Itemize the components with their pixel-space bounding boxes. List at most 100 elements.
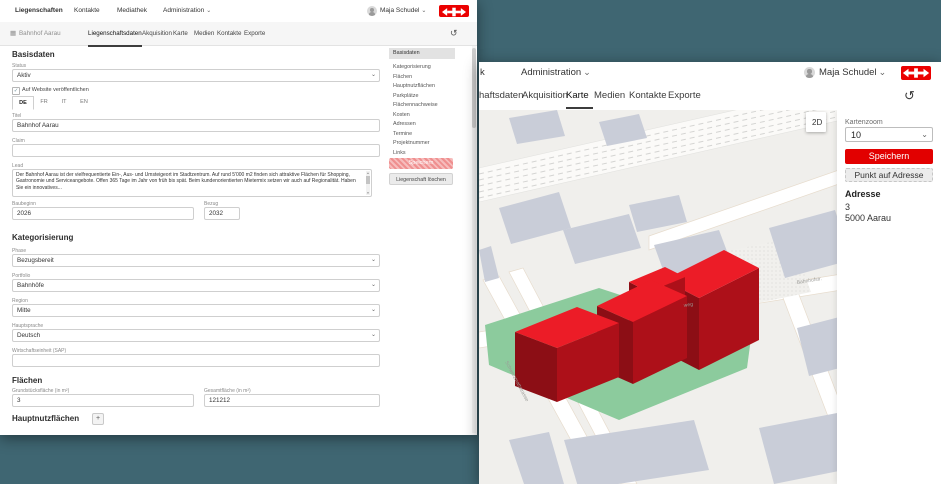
user-menu[interactable]: Maja Schudel⌄ [819,62,886,83]
plus-icon: + [96,415,100,422]
nav-item-liegenschaften[interactable]: Liegenschaften [15,0,63,24]
jumpnav-links[interactable]: Links [389,149,455,159]
liegenschaften-form-window: Liegenschaften Kontakte Mediathek Admini… [0,0,477,435]
grundstuecksflaeche-input[interactable]: 3 [12,394,194,407]
chevron-down-icon: ⌄ [371,255,376,266]
scroll-down-icon[interactable]: ▼ [366,191,370,195]
map-side-panel: Kartenzoom 10⌄ Speichern Punkt auf Adres… [837,110,941,484]
user-menu[interactable]: Maja Schudel⌄ [380,0,426,22]
punkt-auf-adresse-button[interactable]: Punkt auf Adresse [845,168,933,182]
wirtschaftseinheit-input[interactable] [12,354,380,367]
lang-tab-en[interactable]: EN [74,96,94,108]
right-tab-bar: haftsdaten Akquisition Karte Medien Kont… [479,83,941,110]
kartenzoom-select[interactable]: 10⌄ [845,127,933,142]
scroll-up-icon[interactable]: ▲ [366,171,370,175]
status-select[interactable]: Aktiv⌄ [12,69,380,82]
chevron-down-icon: ⌄ [371,305,376,316]
user-avatar [367,6,377,16]
left-top-nav: Liegenschaften Kontakte Mediathek Admini… [0,0,477,23]
sbb-logo-icon [439,6,469,18]
kartenzoom-label: Kartenzoom [845,119,883,126]
section-heading-basisdaten: Basisdaten [12,50,55,59]
tab-exporte[interactable]: Exporte [668,83,701,109]
portfolio-select[interactable]: Bahnhöfe⌄ [12,279,380,292]
user-avatar [804,67,815,78]
hauptsprache-select[interactable]: Deutsch⌄ [12,329,380,342]
delete-property-button[interactable]: Liegenschaft löschen [389,173,453,185]
region-select[interactable]: Mitte⌄ [12,304,380,317]
nav-item-mediathek-fragment[interactable]: k [480,62,485,83]
baubeginn-input[interactable]: 2026 [12,207,194,220]
map-canvas[interactable]: weg Bahnhofstr. Schwerzmattstrasse 2D Ka… [479,110,941,484]
chevron-down-icon: ⌄ [371,330,376,341]
section-heading-kategorisierung: Kategorisierung [12,233,73,242]
chevron-down-icon: ⌄ [206,8,211,14]
jumpnav-termine[interactable]: Termine [389,130,455,140]
jumpnav-flaechen[interactable]: Flächen [389,73,455,83]
jumpnav-kategorisierung[interactable]: Kategorisierung [389,63,455,73]
bezug-input[interactable]: 2032 [204,207,240,220]
adresse-line-2: 5000 Aarau [845,213,891,223]
lead-textarea[interactable]: Der Bahnhof Aarau ist der vielfrequentie… [12,169,372,197]
jumpnav-flaechennachweise[interactable]: Flächennachweise [389,101,455,111]
tab-kontakte[interactable]: Kontakte [217,22,241,45]
section-heading-hauptnutzflaechen: Hauptnutzflächen [12,414,79,423]
property-title: ▦Bahnhof Aarau [10,22,61,45]
nav-item-mediathek[interactable]: Mediathek [117,0,147,22]
left-subheader: ▦Bahnhof Aarau Liegenschaftsdaten Akquis… [0,22,477,46]
add-hauptnutzflaeche-button[interactable]: + [92,413,104,425]
speichern-button[interactable]: Speichern [845,149,933,164]
tab-exporte[interactable]: Exporte [244,22,265,45]
jumpnav-adressen[interactable]: Adressen [389,120,455,130]
tab-karte[interactable]: Karte [173,22,188,45]
history-icon[interactable]: ↺ [450,22,458,45]
lang-tab-de[interactable]: DE [12,96,34,110]
sbb-logo [439,5,469,17]
chevron-down-icon: ⌄ [921,128,928,142]
tab-akquisition[interactable]: Akquisition [522,83,568,109]
lead-text: Der Bahnhof Aarau ist der vielfrequentie… [16,172,362,191]
lead-scrollbar[interactable]: ▲ ▼ [366,171,370,195]
jumpnav-hauptnutzflaechen[interactable]: Hauptnutzflächen [389,82,455,92]
sbb-logo-icon [901,66,931,80]
active-tab-underline [566,107,593,109]
tab-akquisition[interactable]: Akquisition [142,22,172,45]
jumpnav-projektnummer[interactable]: Projektnummer [389,139,455,149]
scroll-thumb[interactable] [472,48,476,128]
lang-tab-fr[interactable]: FR [34,96,54,108]
nav-item-administration[interactable]: Administration⌄ [521,62,591,83]
tab-liegenschaftsdaten-fragment[interactable]: haftsdaten [479,83,523,109]
titel-input[interactable]: Bahnhof Aarau [12,119,380,132]
map-2d-toggle-button[interactable]: 2D [806,112,826,132]
form-scrollbar[interactable] [472,46,476,433]
chevron-down-icon: ⌄ [879,67,887,77]
language-tabs: DE FR IT EN [12,96,94,110]
tab-medien[interactable]: Medien [194,22,214,45]
chevron-down-icon: ⌄ [421,8,426,14]
phase-select[interactable]: Bezugsbereit⌄ [12,254,380,267]
jumpnav-basisdaten[interactable]: Basisdaten [389,48,455,59]
nav-item-administration[interactable]: Administration⌄ [163,0,211,22]
claim-input[interactable] [12,144,380,157]
chevron-down-icon: ⌄ [371,280,376,291]
karte-map-window: k Administration⌄ Maja Schudel⌄ haftsdat… [479,62,941,484]
save-button[interactable]: Speichern [389,158,453,169]
jumpnav-kosten[interactable]: Kosten [389,111,455,121]
chevron-down-icon: ⌄ [371,70,376,81]
nav-item-kontakte[interactable]: Kontakte [74,0,100,22]
scroll-thumb[interactable] [366,176,370,184]
gesamtflaeche-input[interactable]: 121212 [204,394,380,407]
history-icon[interactable]: ↺ [904,83,915,109]
adresse-heading: Adresse [845,189,881,199]
lang-tab-it[interactable]: IT [54,96,74,108]
jumpnav-parkplaetze[interactable]: Parkplätze [389,92,455,102]
tab-medien[interactable]: Medien [594,83,625,109]
property-icon: ▦ [10,30,16,37]
tab-liegenschaftsdaten[interactable]: Liegenschaftsdaten [88,22,142,47]
right-top-nav: k Administration⌄ Maja Schudel⌄ [479,62,941,84]
adresse-line-1: 3 [845,202,850,212]
tab-karte[interactable]: Karte [566,83,589,109]
section-heading-flaechen: Flächen [12,376,42,385]
tab-kontakte[interactable]: Kontakte [629,83,667,109]
website-checkbox[interactable]: ✓ [12,87,20,95]
